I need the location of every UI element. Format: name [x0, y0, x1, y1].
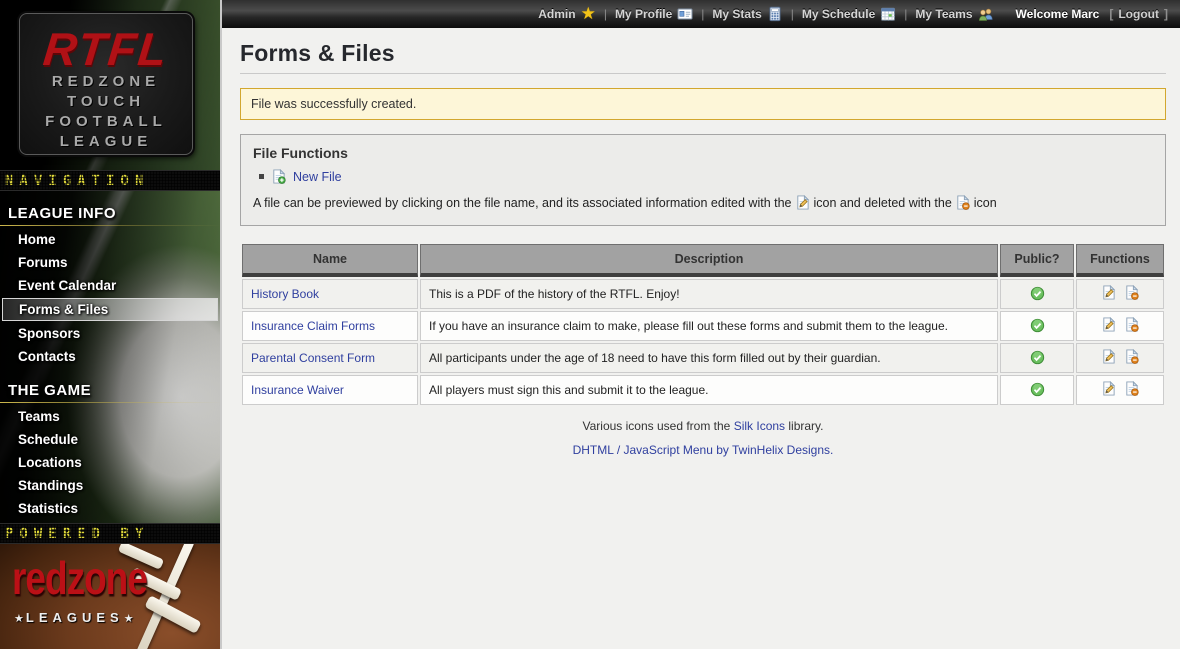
sidebar-item-statistics[interactable]: Statistics — [0, 497, 220, 520]
topbar-my-stats-link[interactable]: My Stats — [712, 6, 782, 22]
file-name-link[interactable]: Insurance Waiver — [251, 383, 344, 397]
column-header-functions: Functions — [1076, 244, 1164, 277]
javascript-menu-link[interactable]: JavaScript Menu — [624, 443, 713, 457]
page-add-icon — [271, 169, 286, 184]
star-icon: ★ — [581, 6, 596, 22]
dhtml-link[interactable]: DHTML — [573, 443, 614, 457]
star-glyph: ★ — [14, 613, 26, 625]
column-header-public: Public? — [1000, 244, 1074, 277]
square-bullet — [259, 174, 264, 179]
twinhelix-designs-link[interactable]: TwinHelix Designs — [732, 443, 830, 457]
table-row: Parental Consent Form All participants u… — [242, 343, 1164, 373]
sidebar-item-contacts[interactable]: Contacts — [0, 345, 220, 368]
sidebar-item-forms-files[interactable]: Forms & Files — [2, 298, 218, 321]
file-description: This is a PDF of the history of the RTFL… — [420, 279, 998, 309]
table-row: Insurance Claim Forms If you have an ins… — [242, 311, 1164, 341]
nav-header-league-info: LEAGUE INFO — [0, 203, 220, 226]
file-functions-help-text: A file can be previewed by clicking on t… — [253, 194, 1153, 213]
page-delete-icon[interactable] — [1124, 349, 1139, 364]
sidebar-logo-area: RTFL REDZONE TOUCH FOOTBALL LEAGUE — [0, 0, 220, 170]
rtfl-logo: RTFL REDZONE TOUCH FOOTBALL LEAGUE — [19, 13, 193, 155]
menu-credit-line: DHTML / JavaScript Menu by TwinHelix Des… — [240, 443, 1166, 457]
file-description: All participants under the age of 18 nee… — [420, 343, 998, 373]
logout-bracket: ] — [1164, 7, 1168, 21]
sidebar-item-teams[interactable]: Teams — [0, 405, 220, 428]
sidebar-item-forums[interactable]: Forums — [0, 251, 220, 274]
icons-credit-line: Various icons used from the Silk Icons l… — [240, 419, 1166, 433]
page-edit-icon[interactable] — [1101, 381, 1116, 396]
topbar-separator: | — [791, 7, 794, 21]
rtfl-logo-line: TOUCH — [20, 92, 192, 112]
topbar-my-schedule-link[interactable]: My Schedule — [802, 6, 896, 22]
page-delete-icon — [955, 195, 970, 210]
welcome-user-label: Welcome Marc — [1016, 7, 1100, 21]
redzone-leagues-logo[interactable]: redzone ★LEAGUES★ — [0, 544, 220, 649]
calendar-icon — [880, 6, 896, 22]
column-header-description: Description — [420, 244, 998, 277]
topbar: Admin ★ | My Profile | My Stats | My Sch… — [222, 0, 1180, 28]
accept-icon — [1030, 286, 1045, 301]
page-delete-icon[interactable] — [1124, 381, 1139, 396]
sidebar-item-event-calendar[interactable]: Event Calendar — [0, 274, 220, 297]
accept-icon — [1030, 382, 1045, 397]
sidebar-item-home[interactable]: Home — [0, 228, 220, 251]
topbar-separator: | — [701, 7, 704, 21]
rtfl-logo-line: FOOTBALL — [20, 112, 192, 132]
page-delete-icon[interactable] — [1124, 317, 1139, 332]
silk-icons-link[interactable]: Silk Icons — [734, 419, 785, 433]
group-icon — [978, 6, 994, 22]
sidebar-item-sponsors[interactable]: Sponsors — [0, 322, 220, 345]
topbar-my-teams-link[interactable]: My Teams — [915, 6, 993, 22]
file-description: All players must sign this and submit it… — [420, 375, 998, 405]
topbar-separator: | — [904, 7, 907, 21]
new-file-link[interactable]: New File — [293, 170, 342, 184]
nav-header-the-game: THE GAME — [0, 380, 220, 403]
file-description: If you have an insurance claim to make, … — [420, 311, 998, 341]
logout-link[interactable]: Logout — [1118, 7, 1159, 21]
navigation-marquee: NAVIGATION — [0, 170, 220, 191]
page-edit-icon[interactable] — [1101, 317, 1116, 332]
file-name-link[interactable]: Insurance Claim Forms — [251, 319, 375, 333]
table-header-row: Name Description Public? Functions — [242, 244, 1164, 277]
file-name-link[interactable]: History Book — [251, 287, 319, 301]
table-row: Insurance Waiver All players must sign t… — [242, 375, 1164, 405]
file-name-link[interactable]: Parental Consent Form — [251, 351, 375, 365]
page-edit-icon[interactable] — [1101, 285, 1116, 300]
flash-success-message: File was successfully created. — [240, 88, 1166, 120]
redzone-wordmark: redzone — [12, 555, 147, 601]
sidebar-nav: LEAGUE INFO Home Forums Event Calendar F… — [0, 191, 220, 523]
main-content: Forms & Files File was successfully crea… — [222, 28, 1180, 649]
table-row: History Book This is a PDF of the histor… — [242, 279, 1164, 309]
new-file-list-item: New File — [259, 169, 1153, 184]
sidebar-item-schedule[interactable]: Schedule — [0, 428, 220, 451]
leagues-wordmark: ★LEAGUES★ — [14, 610, 136, 625]
logout-bracket: [ — [1109, 7, 1113, 21]
star-glyph: ★ — [124, 613, 136, 625]
page-delete-icon[interactable] — [1124, 285, 1139, 300]
sidebar-item-locations[interactable]: Locations — [0, 451, 220, 474]
page-edit-icon[interactable] — [1101, 349, 1116, 364]
powered-by-marquee: POWERED BY — [0, 523, 220, 544]
topbar-admin-link[interactable]: Admin ★ — [538, 6, 596, 22]
page-title: Forms & Files — [240, 40, 1166, 67]
sidebar: RTFL REDZONE TOUCH FOOTBALL LEAGUE NAVIG… — [0, 0, 222, 649]
files-table: Name Description Public? Functions Histo… — [240, 242, 1166, 407]
page-edit-icon — [795, 195, 810, 210]
topbar-my-profile-link[interactable]: My Profile — [615, 6, 693, 22]
rtfl-logo-abbr: RTFL — [18, 26, 195, 72]
calculator-icon — [767, 6, 783, 22]
sidebar-item-standings[interactable]: Standings — [0, 474, 220, 497]
title-divider — [240, 73, 1166, 74]
accept-icon — [1030, 318, 1045, 333]
accept-icon — [1030, 350, 1045, 365]
vcard-icon — [677, 6, 693, 22]
column-header-name: Name — [242, 244, 418, 277]
topbar-separator: | — [604, 7, 607, 21]
rtfl-logo-line: REDZONE — [20, 72, 192, 92]
file-functions-title: File Functions — [253, 145, 1153, 161]
rtfl-forms-files-page: RTFL REDZONE TOUCH FOOTBALL LEAGUE NAVIG… — [0, 0, 1180, 649]
rtfl-logo-line: LEAGUE — [20, 132, 192, 152]
file-functions-panel: File Functions New File A file can be pr… — [240, 134, 1166, 226]
